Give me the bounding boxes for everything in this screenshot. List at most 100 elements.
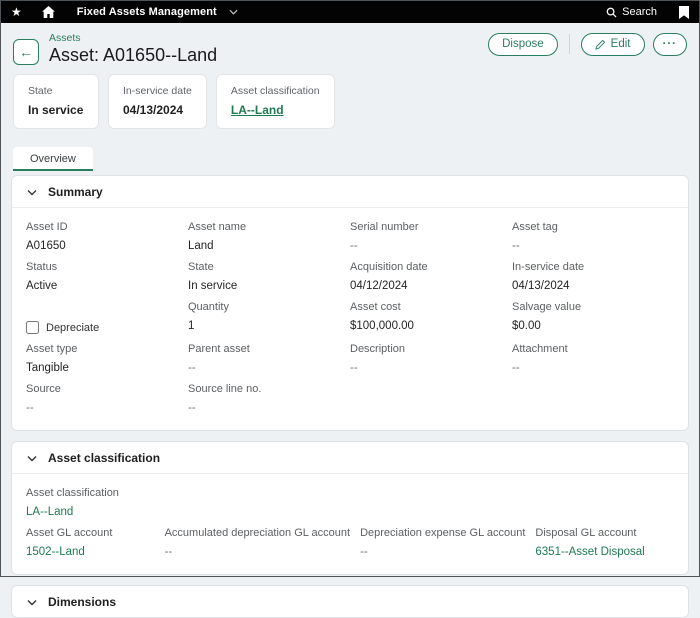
field-label: Asset type — [26, 343, 78, 355]
field-value: $0.00 — [512, 320, 541, 332]
section-title: Summary — [48, 185, 103, 199]
summary-section: Summary Asset ID A01650 Asset name Land … — [11, 175, 689, 431]
field-value: A01650 — [26, 240, 66, 252]
field-label: Asset tag — [512, 221, 558, 233]
field-asset-id: Asset ID A01650 — [26, 221, 188, 252]
field-value: -- — [512, 240, 520, 252]
page-header: ← Assets Asset: A01650--Land Dispose Edi… — [1, 23, 699, 70]
breadcrumb[interactable]: Assets — [49, 32, 217, 44]
edit-button-label: Edit — [610, 38, 631, 50]
field-label: Accumulated depreciation GL account — [164, 527, 351, 539]
field-value: 1 — [188, 320, 195, 332]
page-title: Asset: A01650--Land — [49, 45, 218, 65]
field-state: State In service — [188, 261, 350, 292]
asset-classification-link[interactable]: LA--Land — [231, 103, 320, 117]
field-value: 04/12/2024 — [350, 280, 408, 292]
field-value: Land — [188, 240, 214, 252]
field-label: Asset classification — [26, 487, 119, 499]
field-value: -- — [350, 240, 358, 252]
section-title: Dimensions — [48, 595, 117, 609]
dimensions-section-header[interactable]: Dimensions — [12, 586, 688, 617]
field-value: -- — [512, 362, 520, 374]
field-label: Disposal GL account — [535, 527, 637, 539]
field-serial-number: Serial number -- — [350, 221, 512, 252]
favorites-star-icon[interactable]: ★ — [11, 6, 22, 18]
top-app-bar: ★ Fixed Assets Management Search — [1, 1, 699, 23]
field-label: Attachment — [512, 343, 568, 355]
field-asset-cost: Asset cost $100,000.00 — [350, 301, 512, 334]
asset-gl-account-link[interactable]: 1502--Land — [26, 546, 155, 558]
asset-classification-value-link[interactable]: LA--Land — [26, 506, 664, 518]
asset-classification-section: Asset classification Asset classificatio… — [11, 441, 689, 575]
edit-button[interactable]: Edit — [580, 32, 645, 56]
info-card-label: In-service date — [123, 85, 192, 97]
summary-section-header[interactable]: Summary — [12, 176, 688, 208]
field-description: Description -- — [350, 343, 512, 374]
info-card-asset-classification: Asset classification LA--Land — [215, 74, 335, 129]
actions-divider — [568, 34, 570, 54]
info-card-value: 04/13/2024 — [123, 103, 184, 117]
field-parent-asset: Parent asset -- — [188, 343, 350, 374]
field-accumulated-depreciation-gl-account: Accumulated depreciation GL account -- — [165, 527, 360, 558]
field-label: Acquisition date — [350, 261, 428, 273]
field-depreciate: Depreciate — [26, 301, 188, 334]
field-value: -- — [350, 362, 358, 374]
field-value: Tangible — [26, 362, 69, 374]
field-value: Active — [26, 280, 58, 292]
section-title: Asset classification — [48, 451, 161, 465]
chevron-down-icon — [27, 455, 37, 462]
dispose-button[interactable]: Dispose — [488, 32, 558, 56]
field-quantity: Quantity 1 — [188, 301, 350, 334]
field-label: Salvage value — [512, 301, 582, 313]
home-icon[interactable] — [41, 6, 55, 18]
field-label: Asset ID — [26, 221, 68, 233]
field-label: Source line no. — [188, 383, 262, 395]
tab-overview[interactable]: Overview — [13, 147, 93, 171]
search-icon — [606, 7, 617, 18]
app-switcher-chevron-icon[interactable] — [229, 9, 238, 15]
field-value: In service — [188, 280, 238, 292]
field-value: -- — [26, 402, 34, 414]
field-disposal-gl-account: Disposal GL account 6351--Asset Disposal — [535, 527, 674, 558]
tab-bar: Overview — [1, 139, 699, 171]
key-info-cards: State In service In-service date 04/13/2… — [1, 70, 699, 139]
field-label: Quantity — [188, 301, 229, 313]
disposal-gl-account-link[interactable]: 6351--Asset Disposal — [535, 546, 664, 558]
field-label: Status — [26, 261, 58, 273]
info-card-state: State In service — [13, 74, 99, 129]
pencil-icon — [595, 39, 605, 50]
info-card-label: State — [28, 85, 53, 97]
app-title: Fixed Assets Management — [76, 6, 217, 18]
field-label: Asset GL account — [26, 527, 113, 539]
field-acquisition-date: Acquisition date 04/12/2024 — [350, 261, 512, 292]
chevron-down-icon — [27, 599, 37, 606]
more-options-button[interactable]: ··· — [652, 32, 687, 56]
back-button[interactable]: ← — [13, 39, 39, 65]
info-card-label: Asset classification — [230, 85, 320, 97]
chevron-down-icon — [27, 189, 37, 196]
field-asset-name: Asset name Land — [188, 221, 350, 252]
field-label: Serial number — [350, 221, 419, 233]
search-button[interactable]: Search — [606, 6, 657, 18]
field-source-line-no: Source line no. -- — [188, 383, 350, 414]
field-salvage-value: Salvage value $0.00 — [512, 301, 674, 334]
field-asset-gl-account: Asset GL account 1502--Land — [26, 527, 165, 558]
info-card-in-service-date: In-service date 04/13/2024 — [108, 74, 207, 129]
field-value: 04/13/2024 — [512, 280, 570, 292]
field-asset-classification: Asset classification LA--Land — [26, 487, 674, 518]
field-in-service-date: In-service date 04/13/2024 — [512, 261, 674, 292]
depreciate-checkbox[interactable] — [26, 321, 39, 334]
asset-classification-section-header[interactable]: Asset classification — [12, 442, 688, 474]
field-attachment: Attachment -- — [512, 343, 674, 374]
search-label: Search — [622, 6, 657, 18]
field-label: In-service date — [512, 261, 585, 273]
dimensions-section: Dimensions — [11, 585, 689, 618]
field-asset-tag: Asset tag -- — [512, 221, 674, 252]
bookmark-icon[interactable] — [679, 5, 689, 19]
field-label: Description — [350, 343, 406, 355]
info-card-value: In service — [28, 103, 84, 117]
field-depreciation-expense-gl-account: Depreciation expense GL account -- — [360, 527, 535, 558]
field-label: Parent asset — [188, 343, 250, 355]
field-status: Status Active — [26, 261, 188, 292]
depreciate-checkbox-label[interactable]: Depreciate — [46, 322, 99, 334]
